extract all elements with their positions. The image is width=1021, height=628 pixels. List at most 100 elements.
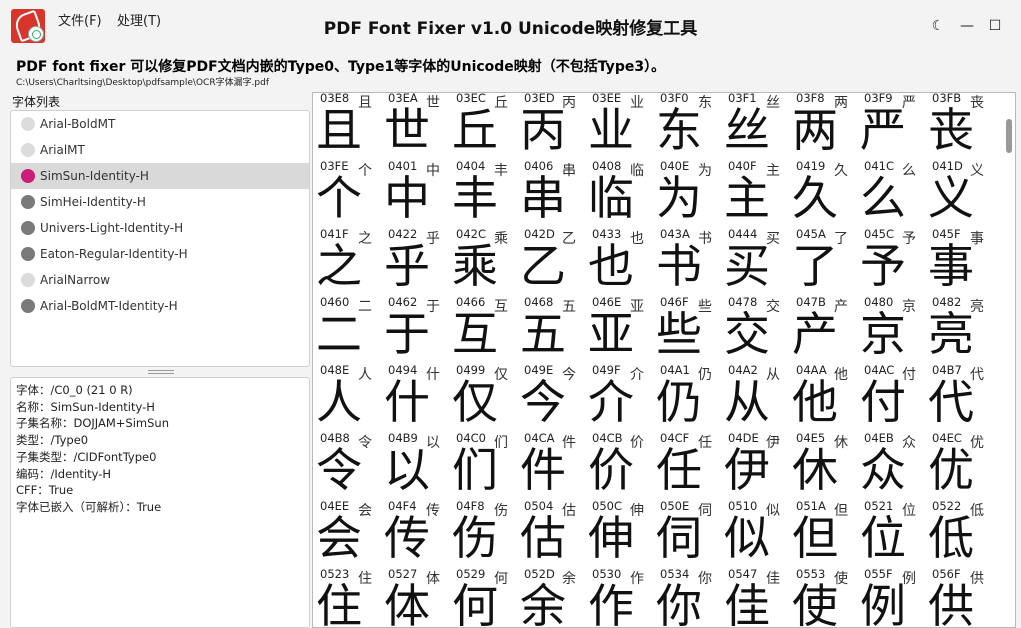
- glyph-cell[interactable]: 0494 什什: [382, 363, 450, 432]
- glyph-cell[interactable]: 04CF 任任: [654, 431, 722, 500]
- glyph-cell[interactable]: 0433 也也: [586, 227, 654, 296]
- glyph-cell[interactable]: 042D 乙乙: [518, 227, 586, 296]
- glyph-cell[interactable]: 0419 久久: [790, 159, 858, 228]
- glyph-cell[interactable]: 056F 供供: [926, 567, 994, 627]
- glyph-cell[interactable]: 04CB 价价: [586, 431, 654, 500]
- glyph-cell[interactable]: 0404 丰丰: [450, 159, 518, 228]
- glyph-cell[interactable]: 050E 伺伺: [654, 499, 722, 568]
- maximize-button[interactable]: ☐: [980, 12, 1010, 40]
- glyph-cell[interactable]: 0478 交交: [722, 295, 790, 364]
- glyph-cell[interactable]: 047B 产产: [790, 295, 858, 364]
- glyph-cell[interactable]: 041F 之之: [314, 227, 382, 296]
- glyph-cell[interactable]: 03EC 丘丘: [450, 93, 518, 160]
- glyph-cell[interactable]: 049F 介介: [586, 363, 654, 432]
- glyph-cell[interactable]: 04EB 众众: [858, 431, 926, 500]
- glyph-cell[interactable]: 04A1 仍仍: [654, 363, 722, 432]
- glyph-cell[interactable]: 03F0 东东: [654, 93, 722, 160]
- font-list-item[interactable]: ArialMT: [11, 137, 309, 163]
- glyph-cell[interactable]: 048E 人人: [314, 363, 382, 432]
- glyph-cell[interactable]: 0510 似似: [722, 499, 790, 568]
- glyph-cell[interactable]: 04AC 付付: [858, 363, 926, 432]
- glyph-cell[interactable]: 0530 作作: [586, 567, 654, 627]
- glyph-cell[interactable]: 045F 事事: [926, 227, 994, 296]
- glyph-cell[interactable]: 0504 估估: [518, 499, 586, 568]
- font-list-item[interactable]: ArialNarrow: [11, 267, 309, 293]
- glyph-cell[interactable]: 03EA 世世: [382, 93, 450, 160]
- glyph-cell[interactable]: 046E 亚亚: [586, 295, 654, 364]
- font-list-item[interactable]: Arial-BoldMT: [11, 111, 309, 137]
- glyph-cell[interactable]: 0466 互互: [450, 295, 518, 364]
- glyph-cell[interactable]: 045C 予予: [858, 227, 926, 296]
- glyph-cell[interactable]: 046F 些些: [654, 295, 722, 364]
- glyph-cell[interactable]: 052D 余余: [518, 567, 586, 627]
- glyph-cell[interactable]: 0547 佳佳: [722, 567, 790, 627]
- menu-process[interactable]: 处理(T): [117, 10, 161, 29]
- glyph-cell[interactable]: 04E5 休休: [790, 431, 858, 500]
- splitter-handle[interactable]: [148, 370, 174, 374]
- glyph-cell[interactable]: 0401 中中: [382, 159, 450, 228]
- glyph-cell[interactable]: 0468 五五: [518, 295, 586, 364]
- glyph-cell[interactable]: 0462 于于: [382, 295, 450, 364]
- glyph-cell[interactable]: 045A 了了: [790, 227, 858, 296]
- glyph-cell[interactable]: 03E8 且且: [314, 93, 382, 160]
- font-list-item[interactable]: SimSun-Identity-H: [11, 163, 309, 189]
- glyph-cell[interactable]: 043A 书书: [654, 227, 722, 296]
- glyph-cell[interactable]: 055F 例例: [858, 567, 926, 627]
- glyph-cell[interactable]: 041D 义义: [926, 159, 994, 228]
- glyph-cell[interactable]: 0499 仅仅: [450, 363, 518, 432]
- glyph-cell[interactable]: 0529 何何: [450, 567, 518, 627]
- glyph-cell[interactable]: 042C 乘乘: [450, 227, 518, 296]
- scrollbar-thumb[interactable]: [1006, 119, 1012, 153]
- glyph-cell[interactable]: 0523 住住: [314, 567, 382, 627]
- glyph-cell[interactable]: 051A 但但: [790, 499, 858, 568]
- glyph-cell[interactable]: 04B9 以以: [382, 431, 450, 500]
- glyph-cell[interactable]: 0522 低低: [926, 499, 994, 568]
- glyph-cell[interactable]: 04B8 令令: [314, 431, 382, 500]
- minimize-button[interactable]: —: [952, 12, 982, 40]
- glyph-cell[interactable]: 04B7 代代: [926, 363, 994, 432]
- glyph-cell[interactable]: 03EE 业业: [586, 93, 654, 160]
- glyph-cell[interactable]: 04DE 伊伊: [722, 431, 790, 500]
- glyph-cell[interactable]: 0460 二二: [314, 295, 382, 364]
- glyph-cell[interactable]: 04AA 他他: [790, 363, 858, 432]
- glyph-preview: 之: [316, 239, 362, 293]
- vertical-scrollbar[interactable]: [1003, 93, 1015, 627]
- font-list[interactable]: Arial-BoldMT ArialMT SimSun-Identity-H SimH…: [10, 110, 310, 367]
- glyph-cell[interactable]: 03F8 两两: [790, 93, 858, 160]
- glyph-cell[interactable]: 04F4 传传: [382, 499, 450, 568]
- glyph-cell[interactable]: 0553 使使: [790, 567, 858, 627]
- glyph-cell[interactable]: 03F1 丝丝: [722, 93, 790, 160]
- glyph-cell[interactable]: 0408 临临: [586, 159, 654, 228]
- glyph-cell[interactable]: 049E 今今: [518, 363, 586, 432]
- glyph-cell[interactable]: 04EE 会会: [314, 499, 382, 568]
- glyph-cell[interactable]: 04F8 伤伤: [450, 499, 518, 568]
- app-description: PDF font fixer 可以修复PDF文档内嵌的Type0、Type1等字…: [16, 59, 666, 75]
- glyph-cell[interactable]: 041C 么么: [858, 159, 926, 228]
- theme-toggle-icon[interactable]: ☾: [923, 12, 953, 40]
- glyph-cell[interactable]: 04C0 们们: [450, 431, 518, 500]
- glyph-cell[interactable]: 050C 伸伸: [586, 499, 654, 568]
- glyph-cell[interactable]: 04EC 优优: [926, 431, 994, 500]
- glyph-cell[interactable]: 0422 乎乎: [382, 227, 450, 296]
- glyph-cell[interactable]: 04CA 件件: [518, 431, 586, 500]
- font-list-item[interactable]: Univers-Light-Identity-H: [11, 215, 309, 241]
- glyph-cell[interactable]: 03FB 丧丧: [926, 93, 994, 160]
- glyph-cell[interactable]: 03F9 严严: [858, 93, 926, 160]
- glyph-cell[interactable]: 0406 串串: [518, 159, 586, 228]
- glyph-cell[interactable]: 0527 体体: [382, 567, 450, 627]
- glyph-cell[interactable]: 0482 亮亮: [926, 295, 994, 364]
- glyph-cell[interactable]: 040F 主主: [722, 159, 790, 228]
- font-list-item[interactable]: Eaton-Regular-Identity-H: [11, 241, 309, 267]
- glyph-cell[interactable]: 0480 京京: [858, 295, 926, 364]
- glyph-cell[interactable]: 03ED 丙丙: [518, 93, 586, 160]
- glyph-cell[interactable]: 0444 买买: [722, 227, 790, 296]
- glyph-grid[interactable]: 03E8 且且 03EA 世世 03EC 丘丘 03ED 丙丙 03EE 业业 03F0 东东 03F1…: [312, 92, 1016, 628]
- glyph-cell[interactable]: 0521 位位: [858, 499, 926, 568]
- font-list-item[interactable]: SimHei-Identity-H: [11, 189, 309, 215]
- menu-file[interactable]: 文件(F): [58, 10, 102, 29]
- glyph-cell[interactable]: 04A2 从从: [722, 363, 790, 432]
- glyph-cell[interactable]: 03FE 个个: [314, 159, 382, 228]
- glyph-cell[interactable]: 0534 你你: [654, 567, 722, 627]
- glyph-cell[interactable]: 040E 为为: [654, 159, 722, 228]
- font-list-item[interactable]: Arial-BoldMT-Identity-H: [11, 293, 309, 319]
